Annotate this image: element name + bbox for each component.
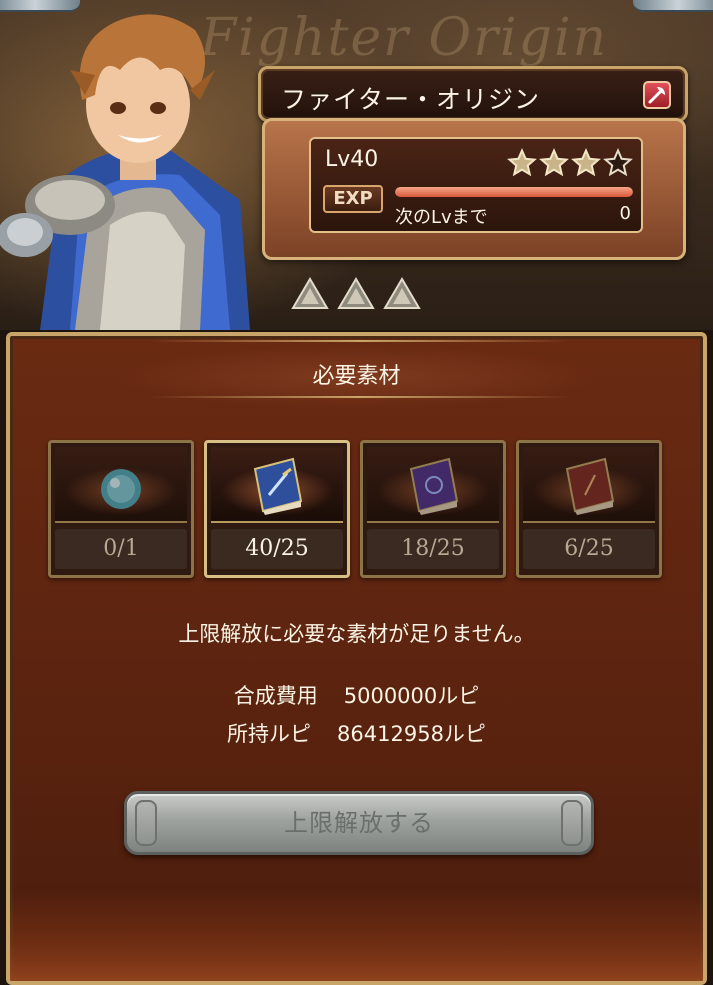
panel-footer-decoration (10, 891, 703, 981)
material-slot-red-book[interactable]: 6/25 (516, 440, 662, 578)
uncap-triangle-icon (383, 277, 421, 309)
corner-ornament-right (633, 0, 713, 12)
material-slot-purple-book[interactable]: 18/25 (360, 440, 506, 578)
uncap-button-label: 上限解放する (284, 809, 434, 837)
synthesis-cost-row: 合成費用 5000000ルピ (10, 680, 703, 710)
panel-title: 必要素材 (312, 364, 401, 389)
material-thumb (523, 447, 655, 523)
exp-bar-fill (395, 187, 633, 197)
exp-tag: EXP (323, 185, 383, 213)
owned-rupie-row: 所持ルピ 86412958ルピ (10, 718, 703, 748)
owned-rupie-value: 86412958ルピ (337, 722, 486, 746)
level-inner: Lv40 EXP 次のLvまで 0 (309, 137, 643, 233)
material-count: 40/25 (211, 529, 343, 569)
character-portrait (0, 14, 250, 330)
uncap-button[interactable]: 上限解放する (124, 791, 594, 855)
star-filled-icon (507, 148, 537, 177)
character-hero: Fighter Origin ファイター・オリジン Lv40 EXP 次のLvま… (0, 0, 713, 330)
star-filled-icon (571, 148, 601, 177)
material-count: 18/25 (367, 529, 499, 569)
material-thumb (55, 447, 187, 523)
material-thumb (211, 447, 343, 523)
required-materials-panel: 必要素材 0/1 40/25 18/25 6/25 上限解放に必要な素材が足りま… (6, 332, 707, 985)
class-name: ファイター・オリジン (281, 85, 541, 114)
class-name-plate: ファイター・オリジン (258, 66, 688, 122)
material-thumb (367, 447, 499, 523)
synthesis-cost-label: 合成費用 (233, 684, 318, 708)
red-book-icon (565, 457, 615, 515)
next-level-value: 0 (619, 203, 631, 224)
uncap-markers (290, 276, 422, 312)
crystal-orb-icon (101, 469, 141, 509)
purple-book-icon (409, 457, 459, 515)
button-cap-right (561, 800, 583, 846)
material-count: 6/25 (523, 529, 655, 569)
material-slot-blue-book[interactable]: 40/25 (204, 440, 350, 578)
panel-header: 必要素材 (50, 342, 663, 412)
owned-rupie-label: 所持ルピ (227, 722, 312, 746)
blue-sword-book-icon (253, 457, 303, 515)
synthesis-cost-value: 5000000ルピ (343, 684, 480, 708)
uncap-triangle-icon (337, 277, 375, 309)
star-rating (507, 148, 633, 178)
button-cap-left (135, 800, 157, 846)
level-panel: Lv40 EXP 次のLvまで 0 (262, 118, 686, 260)
insufficient-material-warning: 上限解放に必要な素材が足りません。 (178, 622, 535, 646)
next-level-label: 次のLvまで (395, 207, 488, 228)
level-label: Lv40 (325, 147, 379, 172)
star-filled-icon (539, 148, 569, 177)
ornament-divider (150, 396, 570, 398)
axe-icon (643, 81, 671, 109)
uncap-triangle-icon (291, 277, 329, 309)
material-slot-orb[interactable]: 0/1 (48, 440, 194, 578)
exp-bar (395, 187, 633, 197)
star-empty-icon (603, 148, 633, 177)
material-list: 0/1 40/25 18/25 6/25 (48, 440, 662, 578)
material-count: 0/1 (55, 529, 187, 569)
